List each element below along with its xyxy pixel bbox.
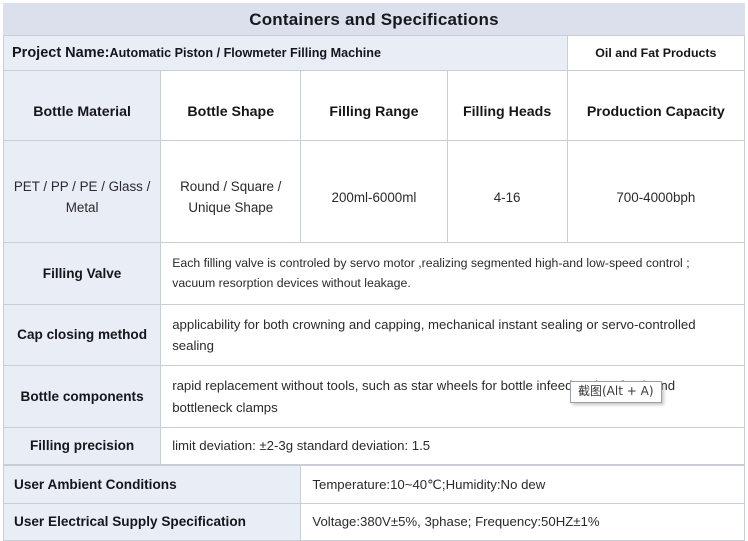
cell-value: 4-16 xyxy=(493,189,521,205)
row-description: Each filling valve is controled by servo… xyxy=(172,255,690,290)
value-bottle-shape: Round / Square / Unique Shape xyxy=(160,140,302,243)
user-requirements-table: User Ambient Conditions Temperature:10~4… xyxy=(2,465,745,541)
value-production-capacity: 700-4000bph xyxy=(566,140,746,243)
project-name-label: Project Name: xyxy=(12,45,110,61)
column-header-bottle-shape: Bottle Shape xyxy=(160,70,302,141)
row-label-text: Cap closing method xyxy=(17,327,148,343)
column-header-bottle-material: Bottle Material xyxy=(2,70,162,141)
page-title: Containers and Specifications xyxy=(249,9,499,29)
table-row-filling-valve: Filling Valve Each filling valve is cont… xyxy=(2,242,745,305)
project-name-cell: Project Name:Automatic Piston / Flowmete… xyxy=(3,35,568,71)
cell-value: 200ml-6000ml xyxy=(331,189,417,205)
row-text-cap-closing-method: applicability for both crowning and capp… xyxy=(160,304,745,366)
sheet-title-cell: Containers and Specifications xyxy=(3,3,745,36)
value-bottle-material: PET / PP / PE / Glass / Metal xyxy=(2,140,162,243)
column-header-label: Filling Heads xyxy=(462,103,552,120)
row-label-cap-closing-method: Cap closing method xyxy=(2,304,162,366)
table-row-project: Project Name:Automatic Piston / Flowmete… xyxy=(3,35,746,71)
table-row-user-ambient-conditions: User Ambient Conditions Temperature:10~4… xyxy=(2,465,745,504)
row-text-user-ambient-conditions: Temperature:10~40℃;Humidity:No dew xyxy=(300,465,745,504)
row-label-text: User Ambient Conditions xyxy=(14,476,177,492)
row-text-filling-precision: limit deviation: ±2-3g standard deviatio… xyxy=(160,427,745,465)
row-label-filling-precision: Filling precision xyxy=(2,427,162,465)
table-row-filling-precision: Filling precision limit deviation: ±2-3g… xyxy=(2,427,745,465)
row-label-bottle-components: Bottle components xyxy=(2,365,162,428)
table-row-cap-closing-method: Cap closing method applicability for bot… xyxy=(2,304,745,366)
row-description: Voltage:380V±5%, 3phase; Frequency:50HZ±… xyxy=(312,514,600,530)
column-header-filling-heads: Filling Heads xyxy=(446,70,568,141)
row-label-filling-valve: Filling Valve xyxy=(2,242,162,305)
product-category-label: Oil and Fat Products xyxy=(595,46,717,60)
value-filling-heads: 4-16 xyxy=(446,140,568,243)
snip-tool-tooltip: 截图(Alt + A) xyxy=(570,381,662,403)
table-row-spec-headers: Bottle Material Bottle Shape Filling Ran… xyxy=(2,70,746,141)
column-header-label: Production Capacity xyxy=(586,103,725,120)
cell-value: Round / Square / Unique Shape xyxy=(180,179,282,215)
column-header-production-capacity: Production Capacity xyxy=(566,70,746,141)
table-row-title: Containers and Specifications xyxy=(3,3,745,36)
column-header-label: Filling Range xyxy=(329,103,419,120)
row-label-user-ambient-conditions: User Ambient Conditions xyxy=(2,465,302,504)
row-label-text: User Electrical Supply Specification xyxy=(14,514,246,530)
row-label-user-electrical-supply: User Electrical Supply Specification xyxy=(2,503,302,541)
row-description: applicability for both crowning and capp… xyxy=(172,316,696,353)
product-category-cell: Oil and Fat Products xyxy=(566,35,746,71)
specification-sheet: Containers and Specifications Project Na… xyxy=(0,3,748,541)
cell-value: PET / PP / PE / Glass / Metal xyxy=(13,179,151,215)
snip-tool-tooltip-label: 截图(Alt + A) xyxy=(578,384,654,398)
column-header-filling-range: Filling Range xyxy=(300,70,448,141)
column-header-label: Bottle Shape xyxy=(187,103,275,120)
value-filling-range: 200ml-6000ml xyxy=(300,140,448,243)
row-label-text: Filling precision xyxy=(29,438,135,454)
row-description: Temperature:10~40℃;Humidity:No dew xyxy=(312,476,546,492)
row-label-text: Bottle components xyxy=(20,388,144,404)
column-header-label: Bottle Material xyxy=(33,103,131,120)
table-row-user-electrical-supply: User Electrical Supply Specification Vol… xyxy=(2,503,745,541)
project-name-value: Automatic Piston / Flowmeter Filling Mac… xyxy=(109,46,382,60)
row-text-user-electrical-supply: Voltage:380V±5%, 3phase; Frequency:50HZ±… xyxy=(300,503,745,541)
row-text-filling-valve: Each filling valve is controled by servo… xyxy=(160,242,745,305)
row-label-text: Filling Valve xyxy=(42,265,122,281)
table-row-spec-values: PET / PP / PE / Glass / Metal Round / Sq… xyxy=(2,140,746,243)
row-description: limit deviation: ±2-3g standard deviatio… xyxy=(172,438,431,454)
cell-value: 700-4000bph xyxy=(616,189,696,205)
